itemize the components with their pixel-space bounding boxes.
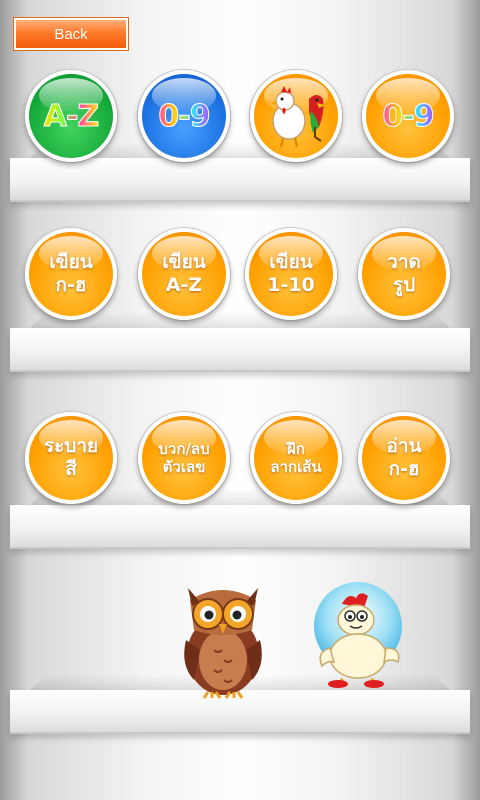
coloring-button[interactable]: ระบาย สี: [25, 412, 117, 504]
numbers-09-icon: 0-9: [158, 98, 211, 134]
read-thai-button[interactable]: อ่าน ก-ฮ: [358, 412, 450, 504]
numbers-09-icon: 0-9: [382, 98, 435, 134]
numbers-09-button-2[interactable]: 0-9: [362, 70, 454, 162]
write-az-button[interactable]: เขียน A-Z: [138, 228, 230, 320]
back-button[interactable]: Back: [14, 18, 128, 50]
trace-lines-label: ฝึก ลากเส้น: [270, 440, 322, 476]
owl-icon[interactable]: [178, 580, 268, 700]
write-az-label: เขียน A-Z: [162, 251, 206, 296]
write-numbers-button[interactable]: เขียน 1-10: [245, 228, 337, 320]
write-numbers-label: เขียน 1-10: [267, 251, 315, 296]
draw-picture-label: วาด รูป: [387, 251, 421, 296]
coloring-label: ระบาย สี: [43, 435, 99, 480]
alphabet-az-icon: A-Z: [43, 98, 99, 134]
write-thai-label: เขียน ก-ฮ: [49, 251, 93, 296]
chicken-icon[interactable]: [312, 582, 408, 698]
read-thai-label: อ่าน ก-ฮ: [386, 435, 422, 480]
shelf-1: [10, 158, 470, 202]
write-thai-button[interactable]: เขียน ก-ฮ: [25, 228, 117, 320]
draw-picture-button[interactable]: วาด รูป: [358, 228, 450, 320]
alphabet-az-button[interactable]: A-Z: [25, 70, 117, 162]
chicken-parrot-icon: [270, 86, 325, 148]
animals-button[interactable]: [250, 70, 342, 162]
shelf-3: [10, 505, 470, 549]
add-subtract-label: บวก/ลบ ตัวเลข: [158, 440, 210, 476]
shelf-2: [10, 328, 470, 372]
numbers-09-button[interactable]: 0-9: [138, 70, 230, 162]
trace-lines-button[interactable]: ฝึก ลากเส้น: [250, 412, 342, 504]
add-subtract-button[interactable]: บวก/ลบ ตัวเลข: [138, 412, 230, 504]
